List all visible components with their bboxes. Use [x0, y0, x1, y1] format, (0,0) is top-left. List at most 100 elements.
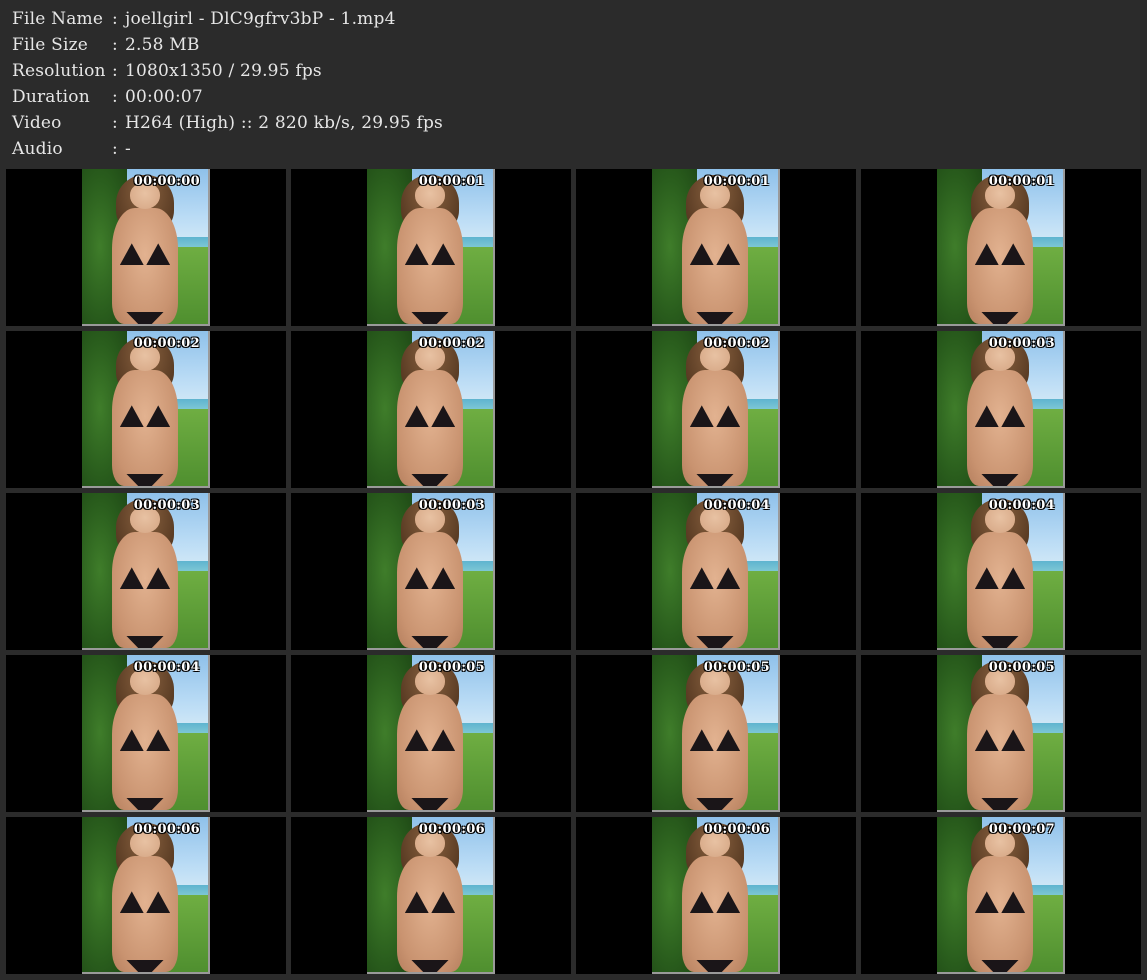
- frame-image: [367, 655, 493, 810]
- info-separator: :: [112, 139, 118, 159]
- thumbnail-frame: 00:00:05: [937, 655, 1065, 812]
- frame-image: [652, 655, 778, 810]
- frame-timestamp: 00:00:02: [418, 336, 485, 351]
- info-value: -: [125, 139, 131, 159]
- frame-timestamp: 00:00:03: [988, 336, 1055, 351]
- info-value: 1080x1350 / 29.95 fps: [125, 61, 322, 81]
- media-info-panel: File Name : joellgirl - DlC9gfrv3bP - 1.…: [12, 6, 443, 162]
- info-label: Audio: [12, 139, 63, 159]
- info-row-file-size: File Size : 2.58 MB: [12, 32, 443, 58]
- info-separator: :: [112, 61, 118, 81]
- thumbnail-cell: 00:00:02: [576, 331, 856, 488]
- frame-image: [652, 169, 778, 324]
- info-label: Video: [12, 113, 62, 133]
- thumbnail-cell: 00:00:00: [6, 169, 286, 326]
- thumbnail-cell: 00:00:01: [291, 169, 571, 326]
- frame-image: [82, 169, 208, 324]
- thumbnail-cell: 00:00:04: [6, 655, 286, 812]
- thumbnail-cell: 00:00:04: [861, 493, 1141, 650]
- thumbnail-frame: 00:00:01: [652, 169, 780, 326]
- thumbnail-frame: 00:00:02: [367, 331, 495, 488]
- info-value: 2.58 MB: [125, 35, 200, 55]
- thumbnail-cell: 00:00:01: [576, 169, 856, 326]
- frame-timestamp: 00:00:06: [418, 822, 485, 837]
- frame-timestamp: 00:00:03: [418, 498, 485, 513]
- thumbnail-frame: 00:00:01: [367, 169, 495, 326]
- frame-image: [937, 331, 1063, 486]
- info-row-audio: Audio : -: [12, 136, 443, 162]
- frame-image: [82, 493, 208, 648]
- frame-timestamp: 00:00:04: [988, 498, 1055, 513]
- thumbnail-cell: 00:00:04: [576, 493, 856, 650]
- frame-image: [937, 169, 1063, 324]
- thumbnail-frame: 00:00:06: [82, 817, 210, 974]
- frame-timestamp: 00:00:02: [703, 336, 770, 351]
- frame-timestamp: 00:00:00: [133, 174, 200, 189]
- frame-image: [82, 331, 208, 486]
- thumbnail-cell: 00:00:02: [6, 331, 286, 488]
- thumbnail-frame: 00:00:05: [652, 655, 780, 812]
- frame-image: [367, 331, 493, 486]
- frame-timestamp: 00:00:04: [703, 498, 770, 513]
- thumbnail-frame: 00:00:06: [367, 817, 495, 974]
- thumbnail-frame: 00:00:00: [82, 169, 210, 326]
- thumbnail-frame: 00:00:03: [367, 493, 495, 650]
- frame-timestamp: 00:00:06: [703, 822, 770, 837]
- thumbnail-grid: 00:00:00 00:00:01 00:00:01 00:00:01 00:00:02…: [6, 169, 1142, 975]
- frame-image: [937, 817, 1063, 972]
- thumbnail-cell: 00:00:05: [576, 655, 856, 812]
- frame-timestamp: 00:00:05: [418, 660, 485, 675]
- thumbnail-cell: 00:00:06: [576, 817, 856, 974]
- frame-timestamp: 00:00:01: [418, 174, 485, 189]
- info-value: 00:00:07: [125, 87, 203, 107]
- info-value: H264 (High) :: 2 820 kb/s, 29.95 fps: [125, 113, 443, 133]
- thumbnail-cell: 00:00:01: [861, 169, 1141, 326]
- info-label: File Size: [12, 35, 89, 55]
- thumbnail-frame: 00:00:04: [82, 655, 210, 812]
- thumbnail-cell: 00:00:06: [291, 817, 571, 974]
- thumbnail-cell: 00:00:03: [291, 493, 571, 650]
- info-label: Resolution: [12, 61, 106, 81]
- info-separator: :: [112, 113, 118, 133]
- frame-image: [82, 817, 208, 972]
- frame-timestamp: 00:00:06: [133, 822, 200, 837]
- frame-image: [367, 169, 493, 324]
- frame-image: [652, 331, 778, 486]
- thumbnail-frame: 00:00:02: [82, 331, 210, 488]
- frame-timestamp: 00:00:03: [133, 498, 200, 513]
- frame-timestamp: 00:00:01: [988, 174, 1055, 189]
- thumbnail-frame: 00:00:03: [82, 493, 210, 650]
- thumbnail-cell: 00:00:03: [861, 331, 1141, 488]
- frame-timestamp: 00:00:07: [988, 822, 1055, 837]
- thumbnail-frame: 00:00:03: [937, 331, 1065, 488]
- info-label: File Name: [12, 9, 104, 29]
- info-row-video: Video : H264 (High) :: 2 820 kb/s, 29.95…: [12, 110, 443, 136]
- thumbnail-frame: 00:00:04: [937, 493, 1065, 650]
- thumbnail-cell: 00:00:05: [291, 655, 571, 812]
- info-value: joellgirl - DlC9gfrv3bP - 1.mp4: [125, 9, 396, 29]
- frame-image: [937, 655, 1063, 810]
- info-row-file-name: File Name : joellgirl - DlC9gfrv3bP - 1.…: [12, 6, 443, 32]
- thumbnail-frame: 00:00:02: [652, 331, 780, 488]
- frame-timestamp: 00:00:04: [133, 660, 200, 675]
- info-separator: :: [112, 9, 118, 29]
- thumbnail-cell: 00:00:02: [291, 331, 571, 488]
- thumbnail-frame: 00:00:06: [652, 817, 780, 974]
- thumbnail-frame: 00:00:01: [937, 169, 1065, 326]
- thumbnail-frame: 00:00:05: [367, 655, 495, 812]
- thumbnail-cell: 00:00:03: [6, 493, 286, 650]
- info-row-resolution: Resolution : 1080x1350 / 29.95 fps: [12, 58, 443, 84]
- thumbnail-cell: 00:00:06: [6, 817, 286, 974]
- frame-image: [82, 655, 208, 810]
- frame-timestamp: 00:00:05: [703, 660, 770, 675]
- frame-image: [937, 493, 1063, 648]
- thumbnail-cell: 00:00:05: [861, 655, 1141, 812]
- thumbnail-cell: 00:00:07: [861, 817, 1141, 974]
- info-label: Duration: [12, 87, 90, 107]
- frame-timestamp: 00:00:02: [133, 336, 200, 351]
- frame-timestamp: 00:00:05: [988, 660, 1055, 675]
- frame-image: [652, 817, 778, 972]
- frame-image: [652, 493, 778, 648]
- frame-image: [367, 817, 493, 972]
- info-row-duration: Duration : 00:00:07: [12, 84, 443, 110]
